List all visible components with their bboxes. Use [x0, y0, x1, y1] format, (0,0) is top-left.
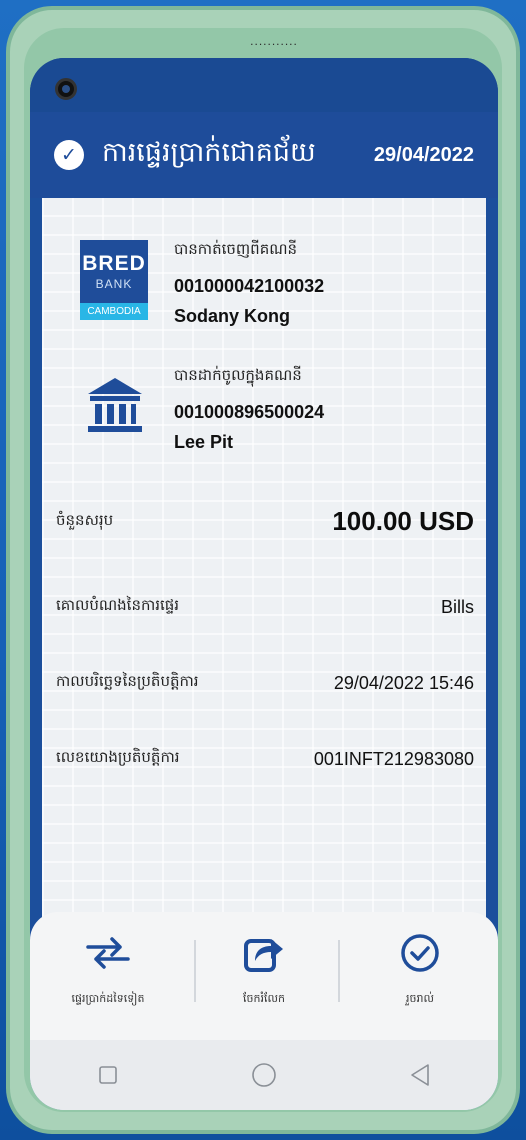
- from-account: BRED BANK CAMBODIA បានកាត់ចេញពីគណនី 0010…: [80, 240, 480, 326]
- share-label: ចែករំលែក: [243, 992, 285, 1005]
- page-header: ✓ ការផ្ទេរប្រាក់ជោគជ័យ 29/04/2022: [30, 112, 498, 198]
- to-account-label: បានដាក់ចូលក្នុងគណនី: [174, 366, 302, 384]
- from-account-label: បានកាត់ចេញពីគណនី: [174, 240, 298, 258]
- to-account-name: Lee Pit: [174, 432, 234, 452]
- transfer-arrows-icon: [86, 937, 130, 969]
- transfer-again-label: ផ្ទេរប្រាក់ដទៃទៀត: [71, 992, 145, 1005]
- header-date: 29/04/2022: [373, 143, 474, 166]
- done-label: រួចរាល់: [406, 992, 434, 1005]
- divider: [338, 940, 340, 1002]
- back-button[interactable]: [390, 1063, 450, 1087]
- recents-button[interactable]: [78, 1065, 138, 1085]
- status-bar: [30, 58, 498, 112]
- bank-building-icon: [88, 378, 142, 432]
- home-circle-icon: [252, 1063, 276, 1087]
- done-check-icon: [401, 934, 439, 972]
- transfer-again-button[interactable]: ផ្ទេរប្រាក់ដទៃទៀត: [38, 928, 178, 1008]
- front-camera-icon: [55, 78, 77, 100]
- datetime-label: កាលបរិច្ឆេទនៃប្រតិបត្តិការ: [56, 672, 199, 690]
- from-account-name: Sodany Kong: [174, 306, 290, 326]
- datetime-row: កាលបរិច្ឆេទនៃប្រតិបត្តិការ 29/04/2022 15…: [56, 672, 474, 694]
- purpose-row: គោលបំណងនៃការផ្ទេរ Bills: [56, 596, 474, 618]
- app-screen: ✓ ការផ្ទេរប្រាក់ជោគជ័យ 29/04/2022 BRED B…: [30, 58, 498, 1110]
- to-account-number: 001000896500024: [174, 402, 325, 422]
- reference-label: លេខយោងប្រតិបត្តិការ: [56, 748, 180, 766]
- total-row: ចំនួនសរុប 100.00 USD: [56, 506, 474, 537]
- purpose-label: គោលបំណងនៃការផ្ទេរ: [56, 596, 180, 614]
- datetime-value: 29/04/2022 15:46: [333, 672, 474, 693]
- page-title: ការផ្ទេរប្រាក់ជោគជ័យ: [102, 136, 316, 168]
- share-button[interactable]: ចែករំលែក: [194, 928, 334, 1008]
- home-button[interactable]: [234, 1062, 294, 1088]
- receipt-card: BRED BANK CAMBODIA បានកាត់ចេញពីគណនី 0010…: [42, 198, 486, 958]
- purpose-value: Bills: [440, 596, 474, 617]
- speaker-grille: ...........: [250, 34, 298, 48]
- total-label: ចំនួនសរុប: [56, 510, 114, 529]
- reference-value: 001INFT212983080: [313, 748, 474, 769]
- done-button[interactable]: រួចរាល់: [350, 928, 490, 1008]
- share-icon: [244, 939, 283, 972]
- total-amount: 100.00 USD: [332, 506, 474, 536]
- success-check-icon: ✓: [54, 140, 84, 170]
- from-account-number: 001000042100032: [174, 276, 325, 296]
- bred-bank-logo: BRED BANK CAMBODIA: [80, 240, 148, 320]
- reference-row: លេខយោងប្រតិបត្តិការ 001INFT212983080: [56, 748, 474, 770]
- to-account: បានដាក់ចូលក្នុងគណនី 001000896500024 Lee …: [80, 366, 480, 452]
- action-panel: ផ្ទេរប្រាក់ដទៃទៀត ចែករំលែក រួចរាល់: [30, 912, 498, 1110]
- back-triangle-icon: [411, 1064, 429, 1086]
- android-nav-bar: [30, 1040, 498, 1110]
- recents-square-icon: [99, 1066, 117, 1084]
- divider: [194, 940, 196, 1002]
